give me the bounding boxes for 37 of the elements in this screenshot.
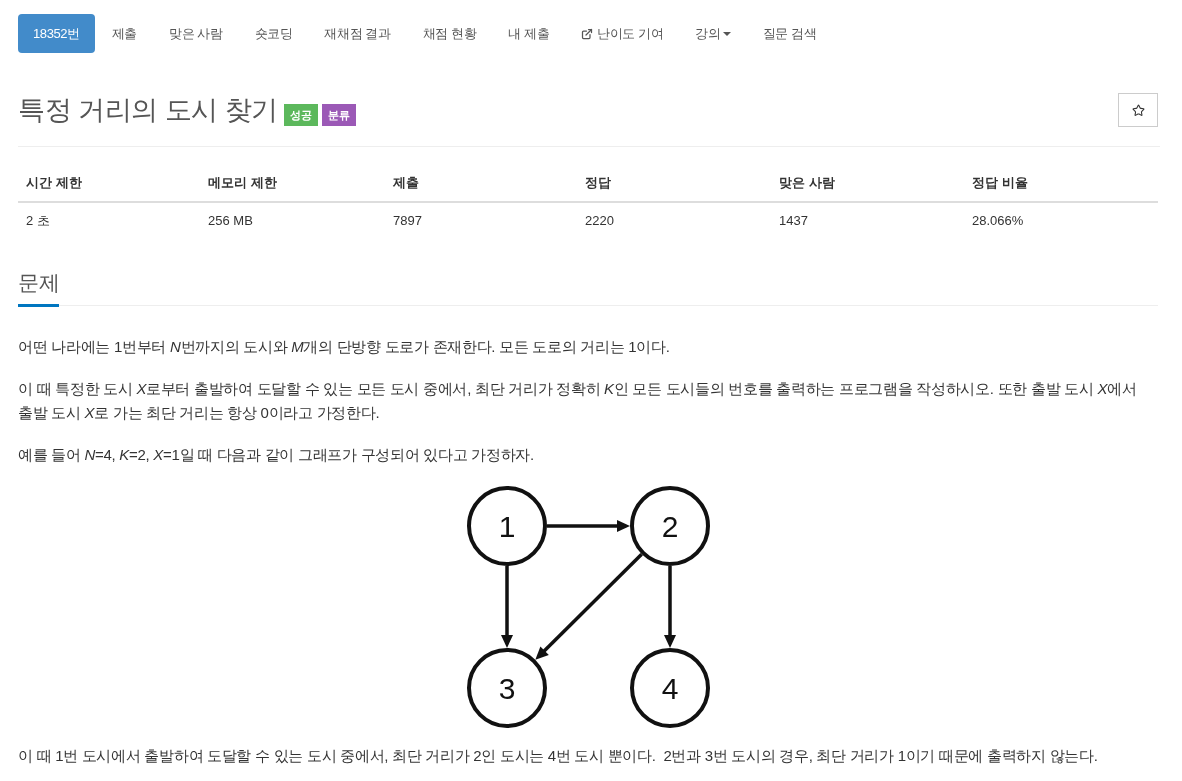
column-header: 정답 비율 — [964, 165, 1158, 202]
external-link-icon — [581, 27, 594, 40]
nav-tab[interactable]: 재채점 결과 — [309, 14, 406, 53]
nav-tab[interactable]: 제출 — [96, 14, 152, 53]
star-icon — [1131, 103, 1145, 117]
page-title: 특정 거리의 도시 찾기 — [18, 94, 278, 127]
table-cell: 7897 — [385, 202, 577, 239]
table-cell: 2220 — [577, 202, 771, 239]
problem-paragraph: 이 때 1번 도시에서 출발하여 도달할 수 있는 도시 중에서, 최단 거리가 2인 도시는 4번 도시 뿐이다. 2번과 3번 도시의 경우, 최단 거리가 1이기 때문에 출력하지 않는다. — [18, 746, 1099, 766]
caret-down-icon — [722, 31, 731, 36]
column-header: 시간 제한 — [18, 165, 200, 202]
problem-paragraph: 예를 들어 N=4, K=2, X=1일 때 다음과 같이 그래프가 구성되어 있다고 가정하자. — [18, 445, 535, 465]
section-heading: 문제 — [18, 269, 59, 307]
nav-tab[interactable]: 맞은 사람 — [153, 14, 238, 53]
nav-tab[interactable]: 강의 — [680, 14, 746, 53]
graph-node: 2 — [630, 486, 710, 566]
graph-node: 3 — [467, 648, 547, 728]
column-header: 제출 — [385, 165, 577, 202]
table-cell: 1437 — [771, 202, 964, 239]
nav-tab[interactable]: 18352번 — [18, 14, 95, 53]
table-cell: 2 초 — [18, 202, 200, 239]
graph-node: 1 — [467, 486, 547, 566]
problem-paragraph: 어떤 나라에는 1번부터 N번까지의 도시와 M개의 단방향 도로가 존재한다. 모든 도로의 거리는 1이다. — [18, 337, 671, 357]
table-cell: 28.066% — [964, 202, 1158, 239]
graph-node: 4 — [630, 648, 710, 728]
table-cell: 256 MB — [200, 202, 385, 239]
nav-tab[interactable]: 질문 검색 — [747, 14, 832, 53]
column-header: 정답 — [577, 165, 771, 202]
nav-tab[interactable]: 내 제출 — [493, 14, 565, 53]
nav-tab[interactable]: 숏코딩 — [239, 14, 308, 53]
star-button[interactable] — [1118, 93, 1158, 127]
column-header: 맞은 사람 — [771, 165, 964, 202]
nav-tab[interactable]: 채점 현황 — [407, 14, 492, 53]
problem-paragraph: 이 때 특정한 도시 X로부터 출발하여 도달할 수 있는 모든 도시 중에서, 최단 거리가 정확히 K인 모든 도시들의 번호를 출력하는 프로그램을 작성하시오. 또한 출발 도시 X에서 출발 도시 X로 가는 최단 거리는 항상 0이라고 가정한다. — [18, 379, 1138, 423]
nav-tab[interactable]: 난이도 기여 — [566, 14, 679, 53]
column-header: 메모리 제한 — [200, 165, 385, 202]
status-label[interactable]: 분류 — [321, 104, 356, 126]
